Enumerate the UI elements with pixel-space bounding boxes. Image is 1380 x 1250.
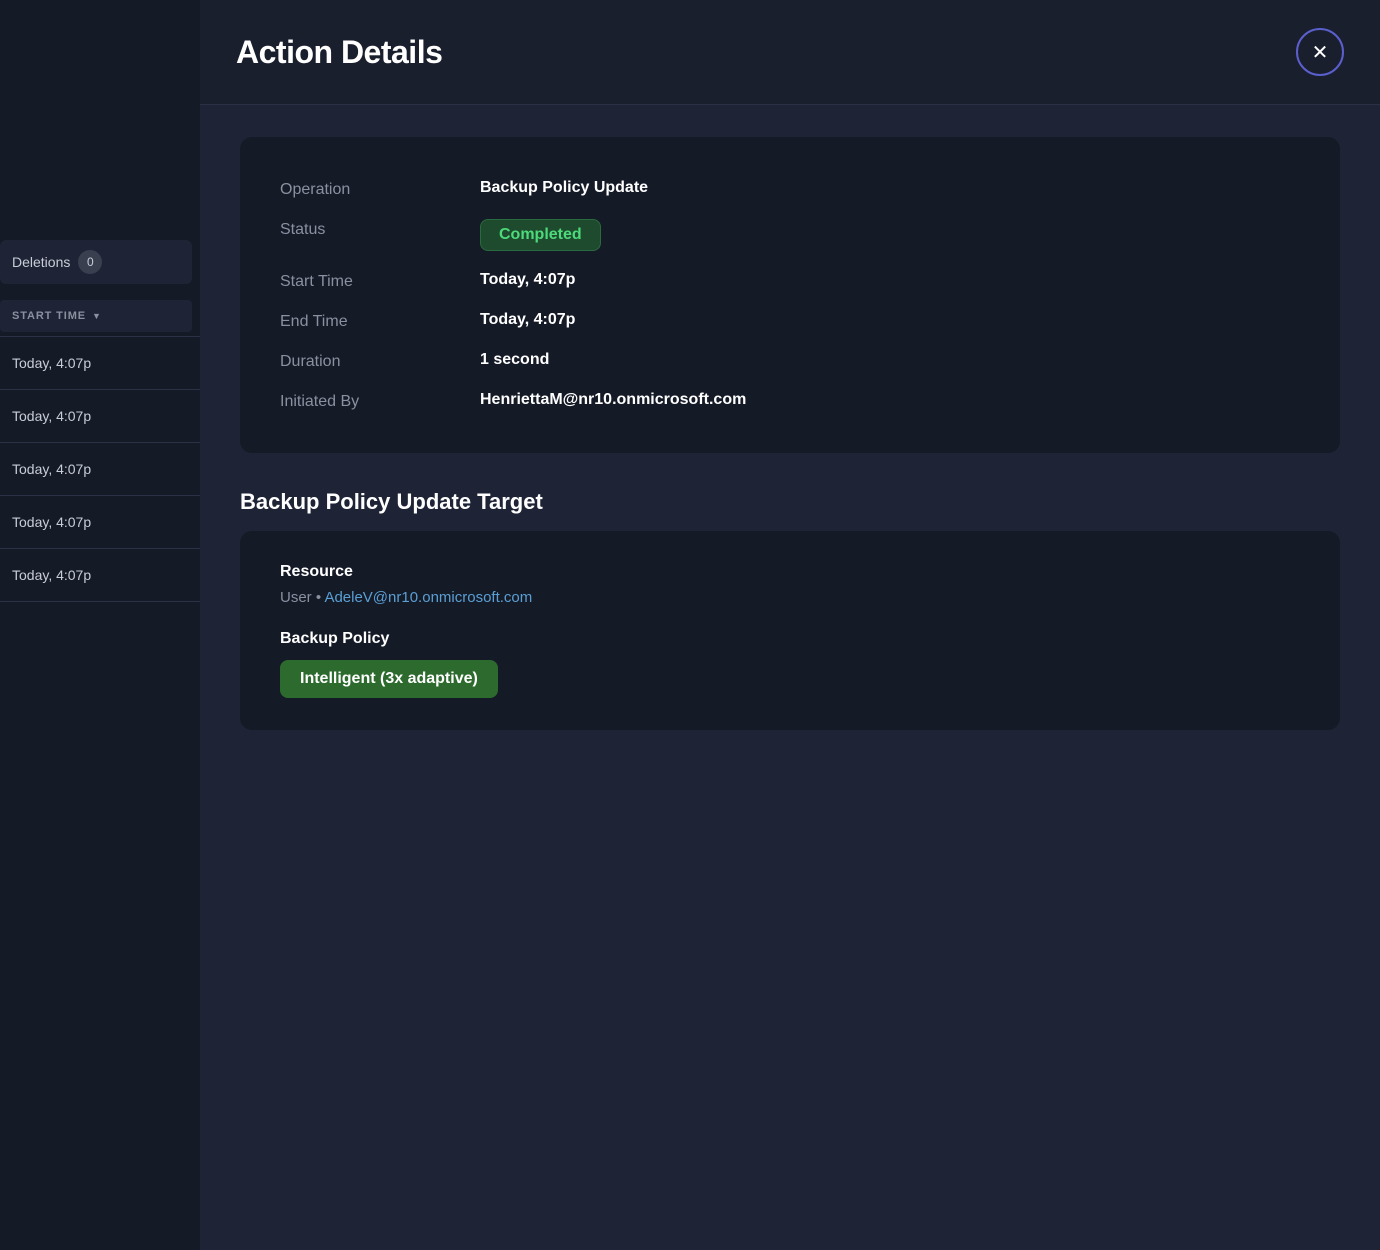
duration-row: Duration 1 second <box>280 341 1300 381</box>
resource-section-label: Resource <box>280 563 1300 581</box>
status-label: Status <box>280 219 480 239</box>
content-area: Operation Backup Policy Update Status Co… <box>200 105 1380 1250</box>
operation-label: Operation <box>280 179 480 199</box>
list-item[interactable]: Today, 4:07p <box>0 390 200 443</box>
page-title: Action Details <box>236 34 442 71</box>
sort-label: START TIME <box>12 310 86 322</box>
policy-section-label: Backup Policy <box>280 630 1300 648</box>
deletions-count-badge: 0 <box>78 250 102 274</box>
sidebar-deletions-item[interactable]: Deletions 0 <box>0 240 192 284</box>
list-item[interactable]: Today, 4:07p <box>0 549 200 602</box>
initiated-by-value: HenriettaM@nr10.onmicrosoft.com <box>480 391 746 409</box>
duration-label: Duration <box>280 351 480 371</box>
target-section-heading: Backup Policy Update Target <box>240 489 1340 515</box>
status-row: Status Completed <box>280 209 1300 261</box>
list-item[interactable]: Today, 4:07p <box>0 337 200 390</box>
initiated-by-row: Initiated By HenriettaM@nr10.onmicrosoft… <box>280 381 1300 421</box>
target-card: Resource User • AdeleV@nr10.onmicrosoft.… <box>240 531 1340 730</box>
operation-row: Operation Backup Policy Update <box>280 169 1300 209</box>
list-item[interactable]: Today, 4:07p <box>0 496 200 549</box>
main-panel: Action Details ✕ Operation Backup Policy… <box>200 0 1380 1250</box>
operation-value: Backup Policy Update <box>480 179 648 197</box>
initiated-by-label: Initiated By <box>280 391 480 411</box>
start-time-row: Start Time Today, 4:07p <box>280 261 1300 301</box>
end-time-row: End Time Today, 4:07p <box>280 301 1300 341</box>
policy-badge: Intelligent (3x adaptive) <box>280 660 498 698</box>
deletions-label: Deletions <box>12 254 70 270</box>
sidebar: Deletions 0 START TIME ▼ Today, 4:07p To… <box>0 0 200 1250</box>
list-item[interactable]: Today, 4:07p <box>0 443 200 496</box>
end-time-label: End Time <box>280 311 480 331</box>
duration-value: 1 second <box>480 351 549 369</box>
sort-header[interactable]: START TIME ▼ <box>0 300 192 332</box>
start-time-label: Start Time <box>280 271 480 291</box>
status-badge: Completed <box>480 219 601 251</box>
sort-arrow-icon: ▼ <box>92 311 102 321</box>
resource-type: User <box>280 589 312 606</box>
header: Action Details ✕ <box>200 0 1380 105</box>
start-time-value: Today, 4:07p <box>480 271 575 289</box>
details-card: Operation Backup Policy Update Status Co… <box>240 137 1340 453</box>
resource-line: User • AdeleV@nr10.onmicrosoft.com <box>280 589 1300 606</box>
resource-link[interactable]: AdeleV@nr10.onmicrosoft.com <box>324 589 532 606</box>
end-time-value: Today, 4:07p <box>480 311 575 329</box>
close-button[interactable]: ✕ <box>1296 28 1344 76</box>
